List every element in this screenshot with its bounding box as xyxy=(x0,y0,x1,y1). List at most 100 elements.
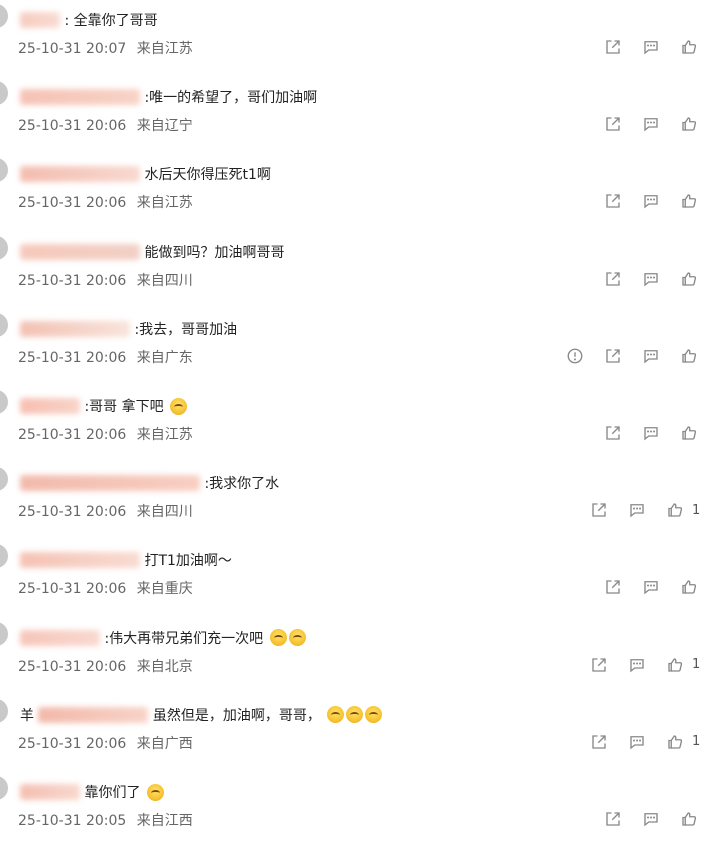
comment-actions: 1 xyxy=(572,499,700,521)
like-icon[interactable] xyxy=(678,345,700,367)
share-icon[interactable] xyxy=(602,808,624,830)
comment-icon[interactable] xyxy=(626,499,648,521)
comment-icon[interactable] xyxy=(640,345,662,367)
comment-icon[interactable] xyxy=(640,113,662,135)
avatar[interactable] xyxy=(0,235,8,260)
avatar[interactable] xyxy=(0,81,8,106)
nickname-prefix: 羊 xyxy=(20,707,34,724)
comment-location: 来自广东 xyxy=(136,349,193,366)
avatar[interactable] xyxy=(0,4,8,28)
nickname[interactable] xyxy=(38,706,149,723)
like-icon[interactable] xyxy=(664,499,686,521)
comment-actions xyxy=(548,345,700,367)
share-icon[interactable] xyxy=(602,422,624,444)
comment-item: :唯一的希望了，哥们加油啊 25-10-31 20:06 来自辽宁 xyxy=(0,77,720,154)
comment-location: 来自四川 xyxy=(136,272,193,289)
share-icon[interactable] xyxy=(602,576,624,598)
comment-line: :我求你了水 xyxy=(20,473,279,493)
comment-line: 能做到吗？加油啊哥哥 xyxy=(20,242,284,262)
comment-item: 能做到吗？加油啊哥哥 25-10-31 20:06 来自四川 xyxy=(0,232,720,309)
share-icon[interactable] xyxy=(588,499,610,521)
comment-icon[interactable] xyxy=(640,422,662,444)
comment-meta: 25-10-31 20:06 来自广西 xyxy=(18,733,199,753)
nickname[interactable] xyxy=(20,243,140,260)
comment-icon[interactable] xyxy=(640,36,662,58)
share-icon[interactable] xyxy=(602,190,624,212)
comment-time: 25-10-31 20:06 xyxy=(18,349,127,366)
comment-icon[interactable] xyxy=(626,654,648,676)
comment-line: :唯一的希望了，哥们加油啊 xyxy=(20,87,317,107)
comment-text: : 全靠你了哥哥 xyxy=(64,13,158,29)
comment-text: :唯一的希望了，哥们加油啊 xyxy=(144,90,318,107)
comment-meta: 25-10-31 20:06 来自重庆 xyxy=(18,578,199,598)
comment-icon[interactable] xyxy=(640,190,662,212)
comment-text: 能做到吗？加油啊哥哥 xyxy=(144,244,285,261)
comment-item: 靠你们了 25-10-31 20:05 来自江西 xyxy=(0,772,720,849)
comment-meta: 25-10-31 20:06 来自辽宁 xyxy=(18,115,199,135)
comment-time: 25-10-31 20:06 xyxy=(18,195,127,212)
comment-line: :伟大再带兄弟们充一次吧 xyxy=(20,628,306,648)
comment-actions xyxy=(586,113,700,135)
like-icon[interactable] xyxy=(678,808,700,830)
share-icon[interactable] xyxy=(602,113,624,135)
comment-time: 25-10-31 20:06 xyxy=(18,581,127,598)
avatar[interactable] xyxy=(0,158,8,183)
nickname[interactable] xyxy=(20,89,140,106)
like-icon[interactable] xyxy=(678,36,700,58)
comment-text: :伟大再带兄弟们充一次吧 xyxy=(104,630,264,647)
comment-icon[interactable] xyxy=(640,268,662,290)
avatar[interactable] xyxy=(0,776,8,800)
comment-icon[interactable] xyxy=(640,576,662,598)
crying-emoji-icon xyxy=(269,629,287,647)
like-icon[interactable] xyxy=(664,731,686,753)
comment-location: 来自重庆 xyxy=(136,581,193,598)
nickname[interactable] xyxy=(20,784,80,800)
comment-text: 虽然但是，加油啊，哥哥， xyxy=(152,707,321,724)
share-icon[interactable] xyxy=(602,36,624,58)
comment-item: :我求你了水 25-10-31 20:06 来自四川 1 xyxy=(0,463,720,540)
like-icon[interactable] xyxy=(678,113,700,135)
report-icon[interactable] xyxy=(564,345,586,367)
comment-meta: 25-10-31 20:06 来自四川 xyxy=(18,270,199,290)
like-icon[interactable] xyxy=(678,190,700,212)
nickname[interactable] xyxy=(20,398,80,414)
comment-text: :我去，哥哥加油 xyxy=(134,321,238,338)
avatar[interactable] xyxy=(0,698,8,723)
avatar[interactable] xyxy=(0,621,8,646)
like-icon[interactable] xyxy=(664,654,686,676)
nickname[interactable] xyxy=(20,166,140,183)
comment-list: : 全靠你了哥哥 25-10-31 20:07 来自江苏 :唯一的希望了，哥们加… xyxy=(0,0,720,853)
share-icon[interactable] xyxy=(602,345,624,367)
comment-time: 25-10-31 20:06 xyxy=(18,427,127,443)
comment-location: 来自江苏 xyxy=(136,195,193,212)
share-icon[interactable] xyxy=(602,268,624,290)
share-icon[interactable] xyxy=(588,731,610,753)
like-icon[interactable] xyxy=(678,268,700,290)
like-icon[interactable] xyxy=(678,422,700,444)
nickname[interactable] xyxy=(20,629,100,646)
avatar[interactable] xyxy=(0,390,8,414)
avatar[interactable] xyxy=(0,467,8,492)
avatar[interactable] xyxy=(0,544,8,569)
crying-emoji-icon xyxy=(346,706,364,724)
comment-item: : 全靠你了哥哥 25-10-31 20:07 来自江苏 xyxy=(0,0,720,77)
nickname[interactable] xyxy=(20,12,60,28)
avatar[interactable] xyxy=(0,312,8,337)
nickname[interactable] xyxy=(20,475,200,492)
comment-icon[interactable] xyxy=(626,731,648,753)
comment-icon[interactable] xyxy=(640,808,662,830)
comment-meta: 25-10-31 20:06 来自四川 xyxy=(18,501,199,521)
comment-location: 来自广西 xyxy=(136,735,193,752)
comment-time: 25-10-31 20:06 xyxy=(18,118,127,135)
comment-actions xyxy=(586,422,700,444)
comment-location: 来自江西 xyxy=(136,813,193,829)
nickname[interactable] xyxy=(20,552,140,569)
nickname[interactable] xyxy=(20,320,130,337)
comment-item: :我去，哥哥加油 25-10-31 20:06 来自广东 xyxy=(0,309,720,386)
crying-emoji-icon xyxy=(365,706,383,724)
comment-location: 来自江苏 xyxy=(136,41,193,57)
like-icon[interactable] xyxy=(678,576,700,598)
share-icon[interactable] xyxy=(588,654,610,676)
comment-text: 水后天你得压死t1啊 xyxy=(144,167,271,184)
comment-line: :我去，哥哥加油 xyxy=(20,319,237,339)
